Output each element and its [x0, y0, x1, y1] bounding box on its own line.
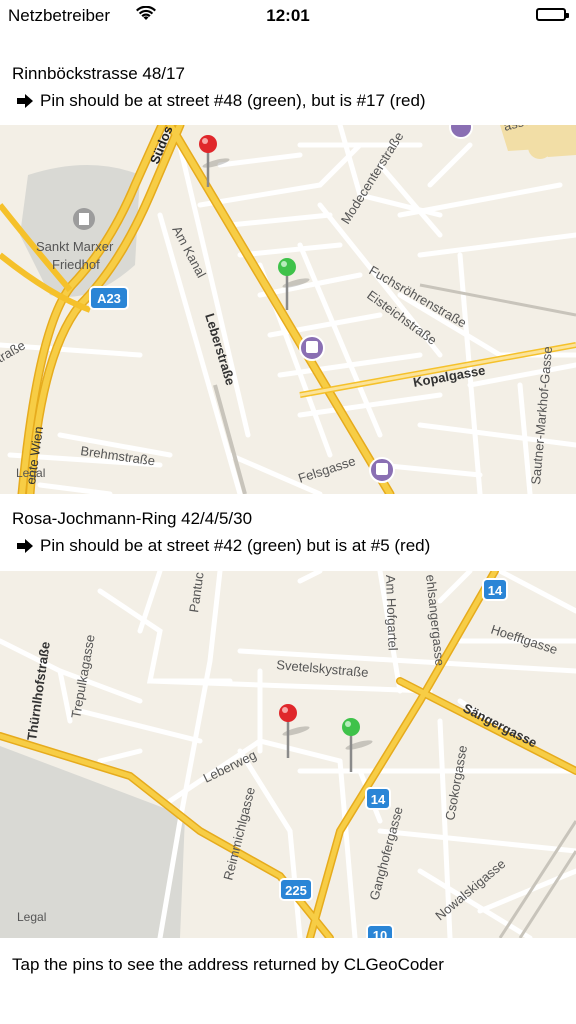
svg-text:Sankt Marxer: Sankt Marxer: [36, 239, 114, 254]
status-bar: Netzbetreiber 12:01: [0, 0, 576, 36]
svg-text:A23: A23: [97, 291, 121, 306]
route-badge-10: 10: [366, 924, 394, 938]
map-view-2[interactable]: 14 14 225 10 Thürnlhofstraße Trepulkagas…: [0, 571, 576, 938]
legal-link[interactable]: Legal: [17, 910, 46, 924]
legal-link[interactable]: Legal: [16, 466, 45, 480]
address-note-1-text: Pin should be at street #48 (green), but…: [40, 91, 426, 110]
footer-instructions: Tap the pins to see the address returned…: [12, 955, 444, 974]
transit-icon[interactable]: [449, 125, 473, 139]
status-time: 12:01: [266, 6, 310, 25]
address-note-2: Pin should be at street #42 (green) but …: [16, 536, 430, 556]
route-badge-14: 14: [482, 578, 508, 601]
svg-text:14: 14: [371, 792, 386, 807]
address-note-2-text: Pin should be at street #42 (green) but …: [40, 536, 431, 555]
arrow-right-icon: [17, 94, 33, 108]
svg-text:225: 225: [285, 883, 307, 898]
route-badge-225: 225: [279, 878, 313, 901]
highway-badge-a23: A23: [89, 286, 129, 310]
arrow-right-icon: [17, 539, 33, 553]
transit-icon[interactable]: [299, 335, 325, 361]
svg-text:Am Hofgartel: Am Hofgartel: [383, 575, 401, 651]
address-title-2: Rosa-Jochmann-Ring 42/4/5/30: [12, 509, 253, 528]
svg-text:10: 10: [373, 928, 387, 938]
svg-text:14: 14: [488, 583, 503, 598]
map-view-1[interactable]: A23 Südos Sankt Marxer Friedhof Am Kanal…: [0, 125, 576, 494]
address-title-1: Rinnböckstrasse 48/17: [12, 64, 185, 83]
route-badge-14: 14: [365, 787, 391, 810]
svg-text:Friedhof: Friedhof: [52, 257, 100, 272]
transit-icon[interactable]: [369, 457, 395, 483]
address-note-1: Pin should be at street #48 (green), but…: [16, 91, 426, 111]
cemetery-icon: [73, 208, 95, 230]
battery-icon: [536, 8, 569, 21]
